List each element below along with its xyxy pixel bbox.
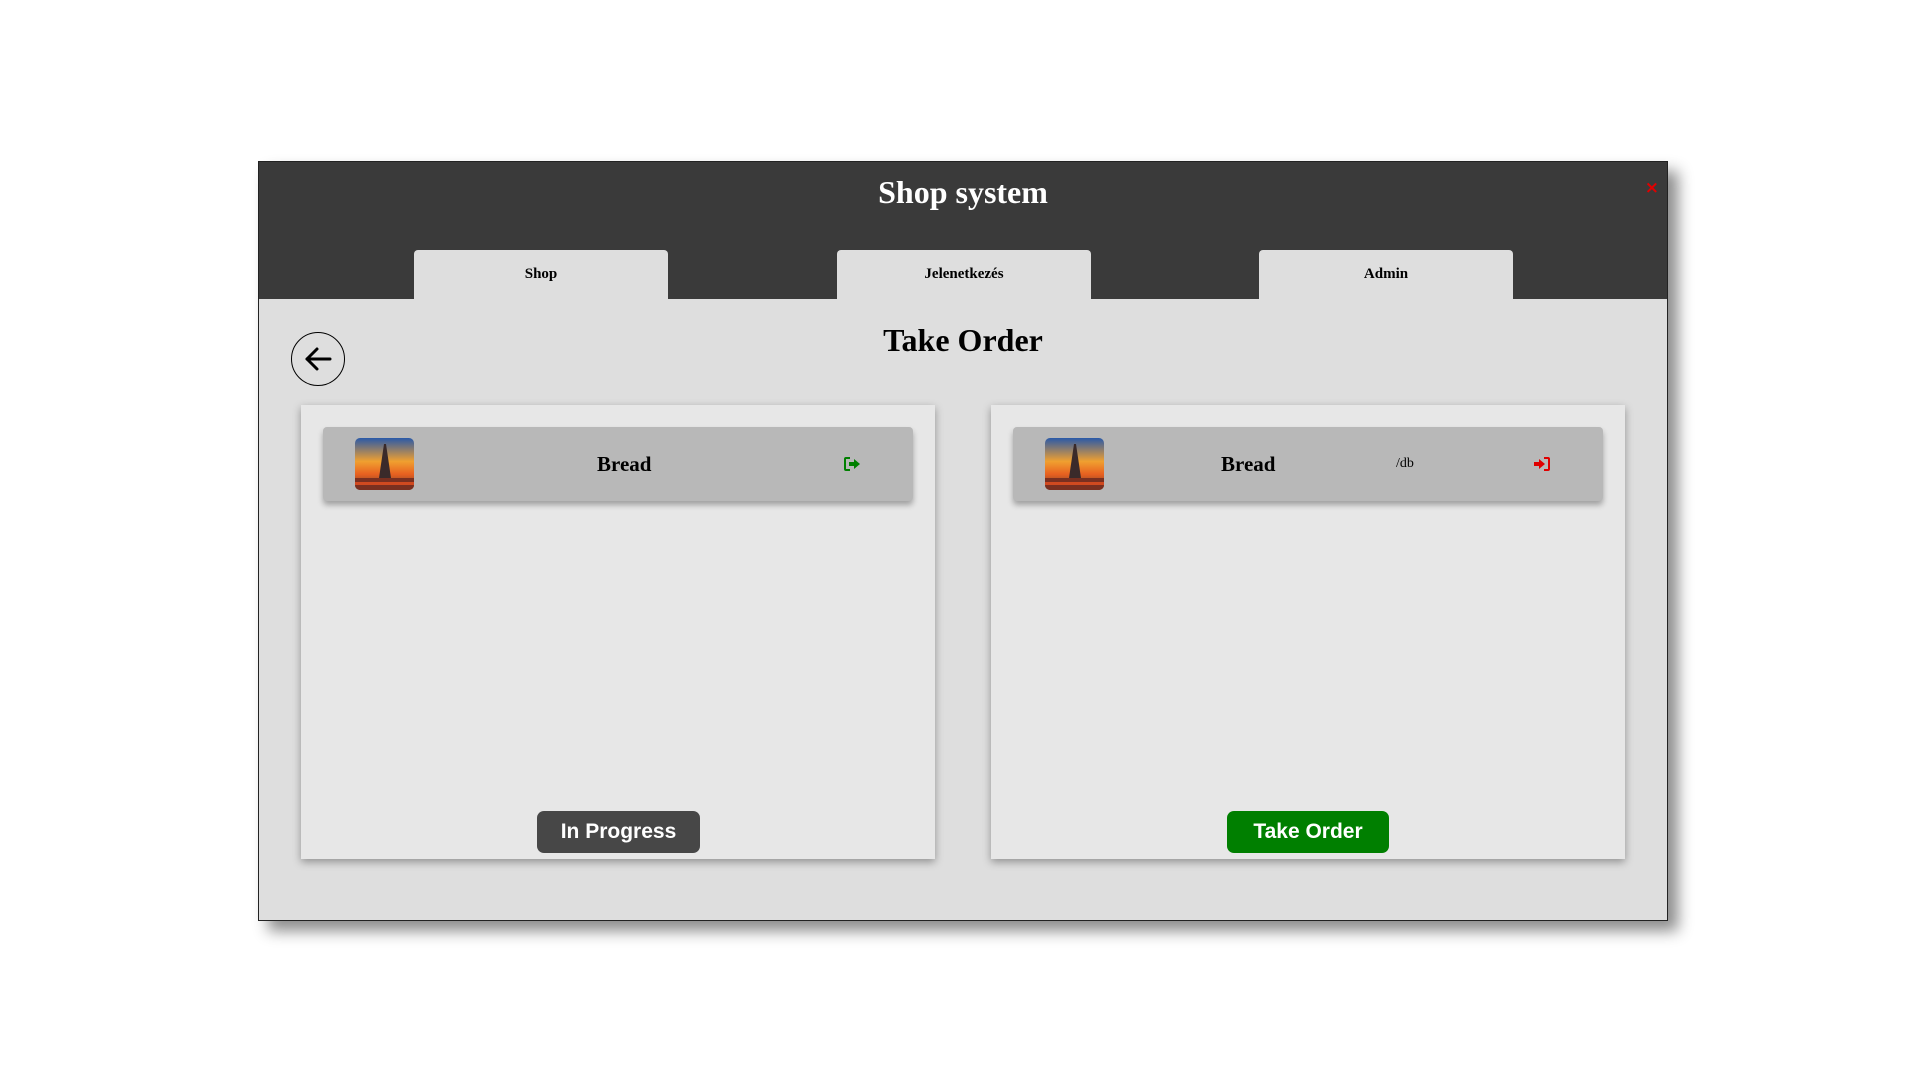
item-name: Bread: [1221, 452, 1276, 476]
close-button[interactable]: ×: [1645, 178, 1659, 198]
page-title: Take Order: [883, 322, 1043, 358]
take-order-button[interactable]: Take Order: [1227, 811, 1389, 853]
product-image: [1045, 438, 1104, 490]
tab-jelenetkezes[interactable]: Jelenetkezés: [837, 250, 1091, 299]
shop-window: Shop system × Shop Jelenetkezés Admin Ta…: [258, 161, 1668, 921]
sign-in-icon[interactable]: [1533, 456, 1551, 472]
product-image: [355, 438, 414, 490]
tab-admin[interactable]: Admin: [1259, 250, 1513, 299]
in-progress-panel: Bread In Progress: [301, 405, 935, 859]
in-progress-button[interactable]: In Progress: [537, 811, 700, 853]
item-unit: /db: [1396, 456, 1414, 471]
app-title: Shop system: [878, 174, 1048, 210]
tab-shop[interactable]: Shop: [414, 250, 668, 299]
sign-out-icon[interactable]: [843, 456, 861, 472]
title-bar: Shop system × Shop Jelenetkezés Admin: [259, 162, 1667, 299]
item-name: Bread: [597, 452, 652, 476]
order-item-row: Bread /db: [1013, 427, 1603, 501]
order-item-row: Bread: [323, 427, 913, 501]
take-order-panel: Bread /db Take Order: [991, 405, 1625, 859]
